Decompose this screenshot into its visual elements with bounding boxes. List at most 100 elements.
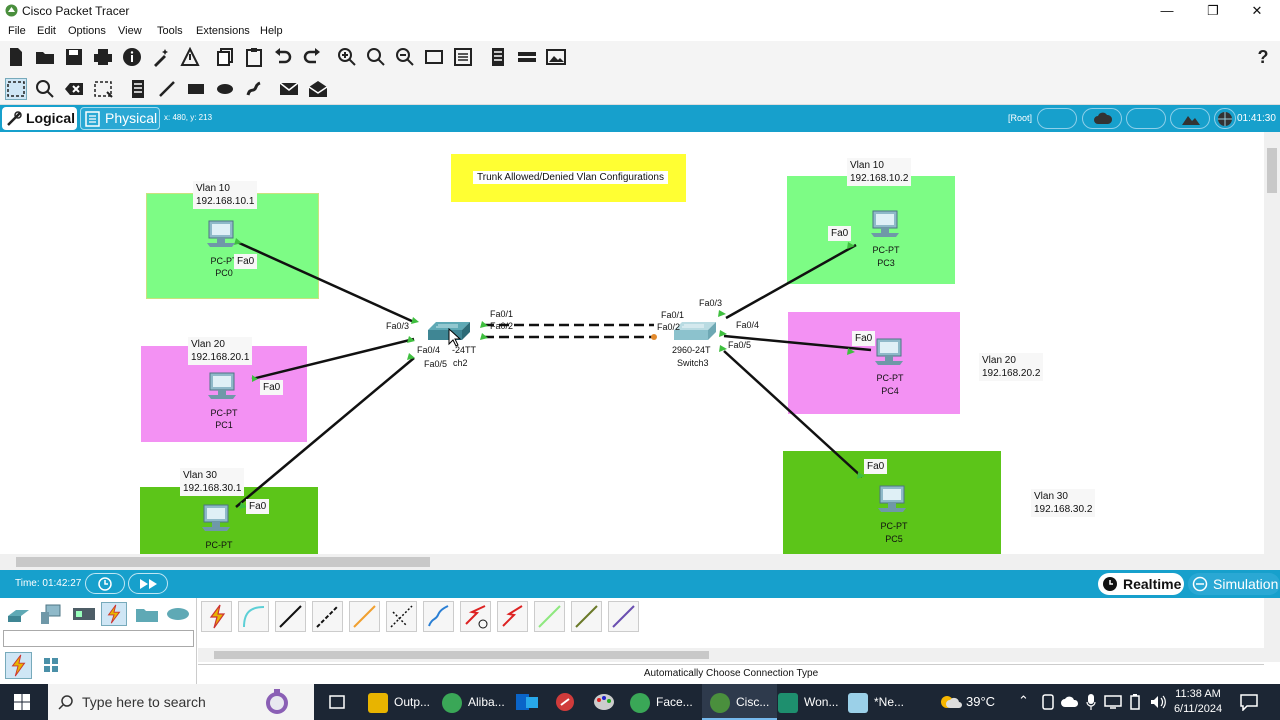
select-icon[interactable]	[5, 78, 27, 100]
custom-device-icon[interactable]	[452, 46, 474, 68]
microphone-icon[interactable]	[1086, 694, 1096, 710]
scroll-thumb[interactable]	[16, 557, 430, 567]
phone-cable-icon[interactable]	[386, 601, 417, 632]
pc3-computer-icon[interactable]	[869, 209, 901, 239]
taskbar-item-notepad[interactable]: *Ne...	[848, 684, 904, 720]
zoom-out-icon[interactable]	[394, 46, 416, 68]
multiuser-icon[interactable]	[165, 602, 191, 626]
menu-extensions[interactable]: Extensions	[196, 25, 250, 37]
scroll-thumb[interactable]	[214, 651, 709, 659]
undo-icon[interactable]	[272, 46, 294, 68]
task-view-icon[interactable]	[327, 693, 347, 711]
fiber-icon[interactable]	[349, 601, 380, 632]
print-icon[interactable]	[92, 46, 114, 68]
serial-dte-icon[interactable]	[497, 601, 528, 632]
pc5-computer-icon[interactable]	[876, 484, 908, 514]
outlook-icon[interactable]	[516, 692, 538, 712]
power-cycle-button[interactable]	[85, 573, 125, 594]
meet-now-icon[interactable]	[1042, 694, 1054, 710]
back-button[interactable]	[1037, 108, 1077, 129]
pc1-computer-icon[interactable]	[206, 371, 238, 401]
maximize-button[interactable]: ❐	[1190, 0, 1236, 21]
onedrive-icon[interactable]	[1060, 695, 1080, 709]
iot-custom-cable-icon[interactable]	[571, 601, 602, 632]
physical-tab[interactable]: Physical	[80, 107, 160, 130]
copper-cross-icon[interactable]	[312, 601, 343, 632]
menu-help[interactable]: Help	[260, 25, 283, 37]
copy-icon[interactable]	[214, 46, 236, 68]
taskbar-item-chrome-alibaba[interactable]: Aliba...	[442, 684, 505, 720]
taskbar-item-cisco[interactable]: Cisc...	[702, 684, 778, 720]
pc4-computer-icon[interactable]	[873, 337, 905, 367]
freeform-icon[interactable]	[243, 78, 265, 100]
cortana-icon[interactable]	[262, 687, 292, 717]
octal-cable-icon[interactable]	[534, 601, 565, 632]
redo-icon[interactable]	[301, 46, 323, 68]
info-icon[interactable]	[121, 46, 143, 68]
miscellaneous-icon[interactable]	[134, 602, 160, 626]
delete-icon[interactable]	[63, 78, 85, 100]
logical-workspace[interactable]: Trunk Allowed/Denied Vlan Configurations…	[0, 132, 1264, 554]
palette-horizontal-scrollbar[interactable]	[198, 648, 1264, 662]
network-devices-icon[interactable]	[5, 602, 31, 626]
open-folder-icon[interactable]	[34, 46, 56, 68]
auto-connection-icon[interactable]	[201, 601, 232, 632]
pc0-computer-icon[interactable]	[205, 219, 237, 249]
weather-icon[interactable]	[938, 693, 962, 711]
volume-icon[interactable]	[1150, 694, 1166, 710]
viewport-button[interactable]	[1170, 108, 1210, 129]
environment-button[interactable]	[1214, 108, 1236, 129]
connections-icon[interactable]	[101, 602, 127, 626]
paste-icon[interactable]	[243, 46, 265, 68]
draw-rectangle-icon[interactable]	[185, 78, 207, 100]
serial-dce-icon[interactable]	[460, 601, 491, 632]
console-cable-icon[interactable]	[238, 601, 269, 632]
connection-subtype-icon[interactable]	[5, 652, 32, 679]
taskbar-item-explorer[interactable]: Outp...	[368, 684, 430, 720]
close-button[interactable]: ✕	[1234, 0, 1280, 21]
device-search-input[interactable]	[3, 630, 194, 647]
menu-options[interactable]: Options	[68, 25, 106, 37]
app-paint-icon[interactable]	[593, 692, 615, 712]
app-red-icon[interactable]	[555, 692, 575, 712]
chevron-up-icon[interactable]: ⌃	[1018, 693, 1029, 709]
palette-vertical-scrollbar[interactable]	[1264, 598, 1280, 662]
system-clock[interactable]: 11:38 AM 6/11/2024	[1166, 687, 1230, 717]
help-icon[interactable]: ?	[1252, 46, 1274, 68]
notifications-icon[interactable]	[1240, 693, 1258, 711]
realtime-mode-button[interactable]: Realtime	[1098, 573, 1184, 595]
menu-file[interactable]: File	[8, 25, 26, 37]
network-wizard-icon[interactable]	[150, 46, 172, 68]
image-icon[interactable]	[545, 46, 567, 68]
new-cluster-button[interactable]	[1126, 108, 1166, 129]
copper-straight-icon[interactable]	[275, 601, 306, 632]
add-complex-pdu-icon[interactable]	[307, 78, 329, 100]
battery-icon[interactable]	[1128, 694, 1142, 710]
simulation-mode-button[interactable]: Simulation	[1188, 573, 1280, 595]
place-note-icon[interactable]	[127, 78, 149, 100]
windows-start-icon[interactable]	[14, 694, 30, 710]
draw-ellipse-icon[interactable]	[214, 78, 236, 100]
taskbar-search-input[interactable]: Type here to search	[48, 684, 314, 720]
components-icon[interactable]	[71, 602, 97, 626]
new-file-icon[interactable]	[5, 46, 27, 68]
activity-wizard-icon[interactable]	[179, 46, 201, 68]
canvas-vertical-scrollbar[interactable]	[1264, 132, 1280, 554]
scroll-thumb[interactable]	[1267, 148, 1277, 193]
notes-icon[interactable]	[487, 46, 509, 68]
grid-icon[interactable]	[42, 656, 60, 674]
pc2-computer-icon[interactable]	[200, 503, 232, 533]
taskbar-item-chrome-facebook[interactable]: Face...	[630, 684, 693, 720]
end-devices-icon[interactable]	[38, 602, 64, 626]
save-icon[interactable]	[63, 46, 85, 68]
fast-forward-button[interactable]	[128, 573, 168, 594]
logical-tab[interactable]: Logical	[2, 107, 77, 130]
zoom-reset-icon[interactable]	[365, 46, 387, 68]
menu-tools[interactable]: Tools	[157, 25, 183, 37]
inspect-icon[interactable]	[34, 78, 56, 100]
cluster-cloud-button[interactable]	[1082, 108, 1122, 129]
canvas-horizontal-scrollbar[interactable]	[0, 554, 1264, 570]
taskbar-item-wondershare[interactable]: Won...	[778, 684, 838, 720]
draw-line-icon[interactable]	[156, 78, 178, 100]
zoom-in-icon[interactable]	[336, 46, 358, 68]
